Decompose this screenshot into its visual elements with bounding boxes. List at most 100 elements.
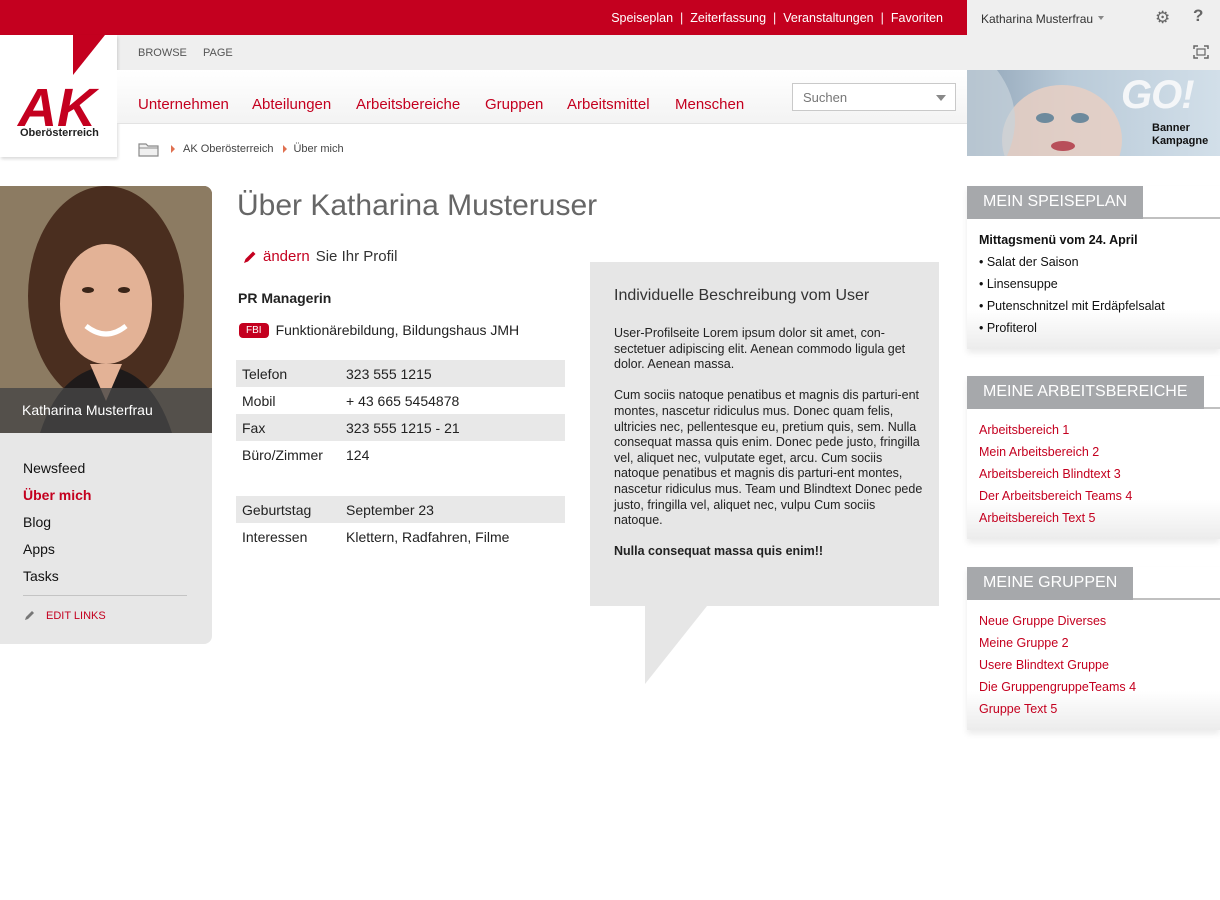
contact-label: Mobil bbox=[242, 392, 276, 409]
list-item[interactable]: Mein Arbeitsbereich 2 bbox=[979, 445, 1208, 467]
pencil-icon bbox=[244, 251, 256, 263]
sidebar-item-apps[interactable]: Apps bbox=[23, 541, 91, 568]
profile-sidebar: Katharina Musterfrau Newsfeed Über mich … bbox=[0, 186, 212, 644]
menu-item: • Linsensuppe bbox=[979, 277, 1058, 291]
table-row: Geburtstag September 23 bbox=[236, 496, 565, 523]
tab-browse[interactable]: BROWSE bbox=[138, 47, 187, 59]
edit-profile-link[interactable]: ändern bbox=[263, 248, 310, 265]
widget-title[interactable]: MEINE ARBEITSBEREICHE bbox=[967, 376, 1204, 409]
sidebar-item-tasks[interactable]: Tasks bbox=[23, 568, 91, 595]
bubble-tail bbox=[645, 606, 707, 684]
list-item[interactable]: Der Arbeitsbereich Teams 4 bbox=[979, 489, 1208, 511]
list-item[interactable]: Meine Gruppe 2 bbox=[979, 636, 1208, 658]
banner-text: Banner Kampagne bbox=[1152, 122, 1208, 148]
nav-item-abteilungen[interactable]: Abteilungen bbox=[252, 96, 331, 113]
focus-mode-icon[interactable] bbox=[1193, 45, 1209, 59]
top-link-veranstaltungen[interactable]: Veranstaltungen bbox=[783, 11, 873, 25]
personal-table: Geburtstag September 23 Interessen Klett… bbox=[236, 496, 565, 550]
user-name[interactable]: Katharina Musterfrau bbox=[981, 12, 1093, 26]
profile-nav: Newsfeed Über mich Blog Apps Tasks bbox=[23, 460, 91, 595]
chevron-down-icon[interactable] bbox=[936, 95, 946, 101]
gear-icon[interactable]: ⚙ bbox=[1155, 8, 1170, 28]
table-row: Mobil + 43 665 5454878 bbox=[236, 387, 565, 414]
list-item[interactable]: Usere Blindtext Gruppe bbox=[979, 658, 1208, 680]
chevron-down-icon[interactable] bbox=[1098, 16, 1104, 20]
help-icon[interactable]: ? bbox=[1193, 6, 1203, 26]
description-body: User-Profilseite Lorem ipsum dolor sit a… bbox=[614, 326, 924, 576]
profile-name: Katharina Musterfrau bbox=[22, 402, 153, 418]
nav-item-menschen[interactable]: Menschen bbox=[675, 96, 744, 113]
ribbon: BROWSE PAGE bbox=[117, 35, 1220, 70]
department-name: Funktionärebildung, Bildungshaus JMH bbox=[275, 322, 520, 338]
breadcrumb-item[interactable]: AK Oberösterreich bbox=[183, 143, 273, 155]
nav-item-arbeitsmittel[interactable]: Arbeitsmittel bbox=[567, 96, 650, 113]
list-item[interactable]: Arbeitsbereich 1 bbox=[979, 423, 1208, 445]
edit-profile-text: Sie Ihr Profil bbox=[315, 248, 398, 265]
logo[interactable]: AK Oberösterreich bbox=[0, 35, 117, 157]
nav-item-arbeitsbereiche[interactable]: Arbeitsbereiche bbox=[356, 96, 460, 113]
menu-item: • Salat der Saison bbox=[979, 255, 1079, 269]
widget-header: MEIN SPEISEPLAN bbox=[967, 186, 1220, 219]
breadcrumb-arrow-icon bbox=[283, 145, 288, 153]
folder-icon[interactable] bbox=[138, 141, 159, 157]
contact-value: 323 555 1215 bbox=[346, 365, 432, 382]
search-box[interactable] bbox=[792, 83, 956, 111]
top-links: Speiseplan | Zeiterfassung | Veranstaltu… bbox=[611, 11, 943, 25]
widget-header: MEINE GRUPPEN bbox=[967, 567, 1220, 600]
main-nav: Unternehmen Abteilungen Arbeitsbereiche … bbox=[117, 70, 967, 124]
widget-title[interactable]: MEINE GRUPPEN bbox=[967, 567, 1134, 600]
breadcrumb-arrow-icon bbox=[171, 145, 175, 153]
top-link-favoriten[interactable]: Favoriten bbox=[891, 11, 943, 25]
sidebar-item-blog[interactable]: Blog bbox=[23, 514, 91, 541]
user-menu[interactable]: Katharina Musterfrau ⚙ ? bbox=[967, 0, 1220, 35]
contact-value: + 43 665 5454878 bbox=[346, 392, 460, 409]
menu-heading: Mittagsmenü vom 24. April bbox=[979, 233, 1138, 247]
search-input[interactable] bbox=[793, 84, 923, 110]
logo-mark: AK bbox=[16, 78, 100, 127]
table-row: Büro/Zimmer 124 bbox=[236, 441, 565, 468]
separator: | bbox=[680, 11, 684, 25]
personal-label: Geburtstag bbox=[242, 501, 312, 518]
contact-label: Fax bbox=[242, 419, 266, 436]
separator: | bbox=[880, 11, 884, 25]
photo-caption: Katharina Musterfrau bbox=[0, 388, 212, 433]
top-link-zeiterfassung[interactable]: Zeiterfassung bbox=[690, 11, 766, 25]
widget-gruppen: MEINE GRUPPEN Neue Gruppe Diverses Meine… bbox=[967, 567, 1220, 730]
edit-links-button[interactable]: EDIT LINKS bbox=[23, 610, 106, 622]
description-paragraph: Cum sociis natoque penatibus et magnis d… bbox=[614, 388, 923, 528]
separator: | bbox=[773, 11, 777, 25]
personal-label: Interessen bbox=[242, 528, 308, 545]
list-item[interactable]: Neue Gruppe Diverses bbox=[979, 614, 1208, 636]
profile-photo: Katharina Musterfrau bbox=[0, 186, 212, 433]
banner-campaign[interactable]: GO! Banner Kampagne bbox=[967, 70, 1220, 156]
sidebar-item-ueber-mich[interactable]: Über mich bbox=[23, 487, 91, 514]
tab-page[interactable]: PAGE bbox=[203, 47, 233, 59]
widget-body: Arbeitsbereich 1 Mein Arbeitsbereich 2 A… bbox=[967, 409, 1220, 539]
list-item[interactable]: Die GruppengruppeTeams 4 bbox=[979, 680, 1208, 702]
contact-value: 124 bbox=[346, 446, 370, 463]
contact-value: 323 555 1215 - 21 bbox=[346, 419, 460, 436]
pencil-icon bbox=[25, 611, 34, 620]
description-paragraph: User-Profilseite Lorem ipsum dolor sit a… bbox=[614, 326, 906, 372]
edit-links-label[interactable]: EDIT LINKS bbox=[46, 610, 106, 622]
menu-item: • Putenschnitzel mit Erdäpfelsalat bbox=[979, 299, 1165, 313]
description-bubble: Individuelle Beschreibung vom User User-… bbox=[590, 262, 939, 606]
department-badge: FBI bbox=[239, 322, 269, 338]
nav-item-unternehmen[interactable]: Unternehmen bbox=[138, 96, 229, 113]
widget-body: Neue Gruppe Diverses Meine Gruppe 2 User… bbox=[967, 600, 1220, 730]
widget-speiseplan: MEIN SPEISEPLAN Mittagsmenü vom 24. Apri… bbox=[967, 186, 1220, 349]
table-row: Interessen Klettern, Radfahren, Filme bbox=[236, 523, 565, 550]
breadcrumb-item[interactable]: Über mich bbox=[293, 143, 343, 155]
personal-value: September 23 bbox=[346, 501, 434, 518]
sidebar-item-newsfeed[interactable]: Newsfeed bbox=[23, 460, 91, 487]
list-item[interactable]: Arbeitsbereich Text 5 bbox=[979, 511, 1208, 533]
top-link-speiseplan[interactable]: Speiseplan bbox=[611, 11, 673, 25]
widget-title[interactable]: MEIN SPEISEPLAN bbox=[967, 186, 1144, 219]
list-item[interactable]: Arbeitsbereich Blindtext 3 bbox=[979, 467, 1208, 489]
table-row: Fax 323 555 1215 - 21 bbox=[236, 414, 565, 441]
list-item[interactable]: Gruppe Text 5 bbox=[979, 702, 1208, 724]
contact-label: Telefon bbox=[242, 365, 288, 382]
nav-item-gruppen[interactable]: Gruppen bbox=[485, 96, 543, 113]
banner-headline: GO! bbox=[1121, 73, 1195, 117]
menu-item: • Profiterol bbox=[979, 321, 1037, 335]
